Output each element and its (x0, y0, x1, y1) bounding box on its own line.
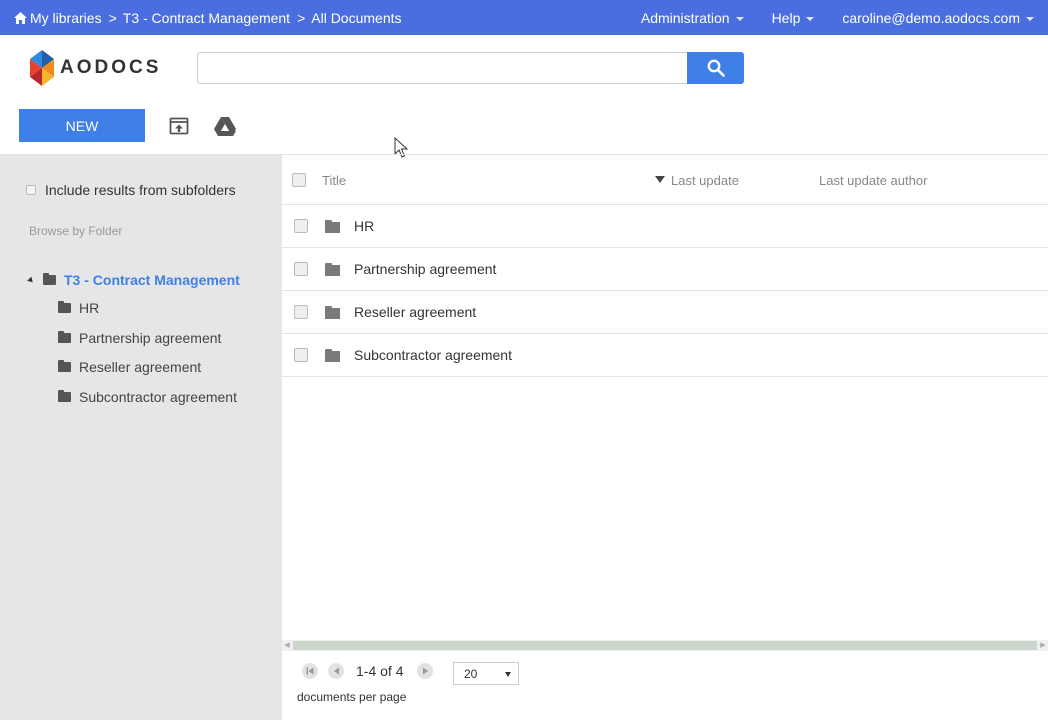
upload-icon (169, 117, 189, 135)
include-subfolders-checkbox[interactable] (26, 185, 36, 195)
folder-icon (325, 220, 340, 233)
google-drive-icon (214, 116, 236, 136)
horizontal-scrollbar[interactable]: ◀ ▶ (282, 640, 1048, 651)
row-title[interactable]: Reseller agreement (354, 291, 476, 333)
dropdown-arrow-icon (505, 672, 511, 677)
upload-button[interactable] (168, 115, 190, 137)
home-icon (14, 11, 27, 24)
chevron-down-icon (735, 16, 744, 21)
row-title[interactable]: HR (354, 205, 374, 247)
search-button[interactable] (687, 52, 744, 84)
row-checkbox[interactable] (294, 305, 308, 319)
folder-tree-item[interactable]: Reseller agreement (58, 359, 201, 375)
new-button[interactable]: NEW (19, 109, 145, 142)
prev-page-icon (333, 667, 339, 675)
folder-icon (325, 306, 340, 319)
table-row[interactable]: Reseller agreement (282, 291, 1048, 334)
scroll-right-icon[interactable]: ▶ (1038, 641, 1048, 650)
column-last-update[interactable]: Last update (655, 155, 739, 205)
folder-tree-root-label: T3 - Contract Management (64, 272, 240, 288)
pagination: 1-4 of 4 (302, 663, 443, 679)
prev-page-button[interactable] (328, 663, 344, 679)
help-label: Help (771, 9, 801, 26)
top-nav: Administration Help caroline@demo.aodocs… (613, 0, 1034, 35)
row-title[interactable]: Partnership agreement (354, 248, 496, 290)
folder-icon (43, 273, 56, 285)
row-checkbox[interactable] (294, 262, 308, 276)
table-row[interactable]: Partnership agreement (282, 248, 1048, 291)
folder-tree-item[interactable]: Partnership agreement (58, 330, 221, 346)
administration-label: Administration (640, 9, 730, 26)
collapse-triangle-icon[interactable] (27, 276, 35, 284)
column-title[interactable]: Title (322, 155, 346, 205)
select-all-cell (292, 155, 306, 205)
search-input[interactable] (197, 52, 689, 84)
logo-text: AODOCS (60, 57, 162, 78)
row-checkbox[interactable] (294, 348, 308, 362)
include-subfolders-label: Include results from subfolders (45, 182, 236, 198)
folder-tree-item[interactable]: Subcontractor agreement (58, 389, 237, 405)
sidebar: Include results from subfolders Browse b… (0, 154, 282, 720)
folder-icon (58, 390, 71, 402)
administration-menu[interactable]: Administration (641, 10, 744, 26)
folder-tree-item-label: Reseller agreement (79, 359, 202, 375)
breadcrumb: My libraries > T3 - Contract Management … (14, 0, 402, 35)
column-last-update-author[interactable]: Last update author (819, 155, 927, 205)
scroll-left-icon[interactable]: ◀ (282, 641, 292, 650)
next-page-icon (422, 667, 428, 675)
breadcrumb-separator: > (108, 9, 117, 26)
breadcrumb-my-libraries[interactable]: My libraries (30, 10, 102, 26)
folder-tree-item-label: Partnership agreement (79, 330, 222, 346)
folder-icon (58, 331, 71, 343)
folder-icon (58, 301, 71, 313)
help-menu[interactable]: Help (772, 10, 815, 26)
sort-desc-icon (655, 176, 665, 183)
per-page-label: documents per page (297, 690, 407, 704)
select-all-checkbox[interactable] (292, 173, 306, 187)
search-icon (707, 59, 725, 77)
table-row[interactable]: HR (282, 205, 1048, 248)
folder-tree-item-label: Subcontractor agreement (79, 389, 237, 405)
page-size-value: 20 (464, 666, 478, 681)
table-row[interactable]: Subcontractor agreement (282, 334, 1048, 377)
top-bar: My libraries > T3 - Contract Management … (0, 0, 1048, 35)
folder-tree-root[interactable]: T3 - Contract Management (27, 272, 240, 288)
page-size-select[interactable]: 20 (453, 662, 519, 685)
aodocs-logo-icon (30, 50, 54, 86)
search-bar (197, 52, 744, 84)
scrollbar-thumb[interactable] (293, 641, 1037, 650)
folder-tree-item[interactable]: HR (58, 300, 99, 316)
chevron-down-icon (806, 16, 815, 21)
folder-tree-item-label: HR (79, 300, 100, 316)
user-menu[interactable]: caroline@demo.aodocs.com (842, 10, 1034, 26)
chevron-down-icon (1026, 16, 1034, 21)
folder-icon (325, 349, 340, 362)
aodocs-logo[interactable]: AODOCS (28, 50, 161, 86)
breadcrumb-library[interactable]: T3 - Contract Management (123, 10, 290, 26)
row-checkbox[interactable] (294, 219, 308, 233)
row-title[interactable]: Subcontractor agreement (354, 334, 512, 376)
column-last-update-label: Last update (671, 172, 739, 188)
document-list-header: Title Last update Last update author (282, 154, 1048, 205)
first-page-button[interactable] (302, 663, 318, 679)
google-drive-button[interactable] (214, 115, 236, 137)
first-page-icon (306, 667, 314, 675)
folder-icon (58, 360, 71, 372)
breadcrumb-separator: > (297, 9, 306, 26)
include-subfolders-toggle[interactable]: Include results from subfolders (26, 182, 236, 198)
breadcrumb-current[interactable]: All Documents (311, 10, 401, 26)
browse-by-folder-label: Browse by Folder (29, 224, 123, 238)
page-range: 1-4 of 4 (356, 663, 404, 679)
user-email: caroline@demo.aodocs.com (842, 9, 1020, 26)
next-page-button[interactable] (417, 663, 434, 679)
folder-icon (325, 263, 340, 276)
